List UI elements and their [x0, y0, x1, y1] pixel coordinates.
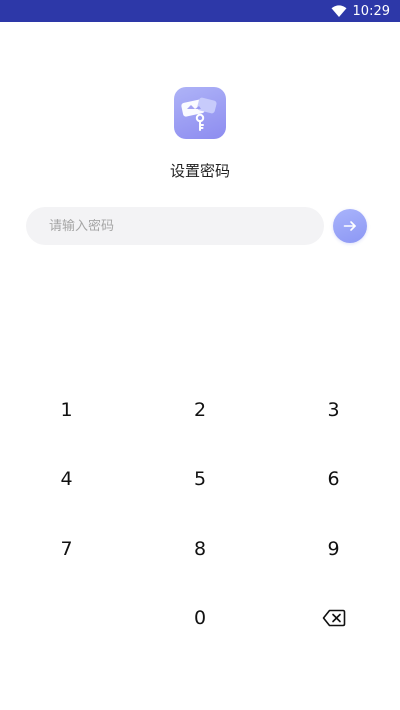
- key-2[interactable]: 2: [133, 375, 267, 445]
- submit-button[interactable]: [333, 209, 367, 243]
- key-3[interactable]: 3: [267, 375, 400, 445]
- key-6[interactable]: 6: [267, 445, 400, 515]
- status-bar: 10:29: [0, 0, 400, 22]
- backspace-key[interactable]: [267, 584, 400, 654]
- key-7[interactable]: 7: [0, 514, 133, 584]
- number-keypad: 1 2 3 4 5 6 7 8 9 0: [0, 375, 400, 653]
- password-input[interactable]: [49, 218, 324, 234]
- status-time: 10:29: [352, 3, 390, 19]
- arrow-right-icon: [343, 221, 356, 231]
- wifi-icon: [331, 5, 347, 17]
- page-title: 设置密码: [169, 162, 230, 180]
- key-5[interactable]: 5: [133, 445, 267, 515]
- key-1[interactable]: 1: [0, 375, 133, 445]
- key-4[interactable]: 4: [0, 445, 133, 515]
- key-empty: [0, 584, 133, 654]
- key-0[interactable]: 0: [133, 584, 267, 654]
- wallet-key-icon: [181, 97, 217, 131]
- app-logo: [174, 87, 226, 139]
- key-9[interactable]: 9: [267, 514, 400, 584]
- password-field[interactable]: [26, 207, 324, 245]
- backspace-icon: [322, 609, 345, 627]
- key-8[interactable]: 8: [133, 514, 267, 584]
